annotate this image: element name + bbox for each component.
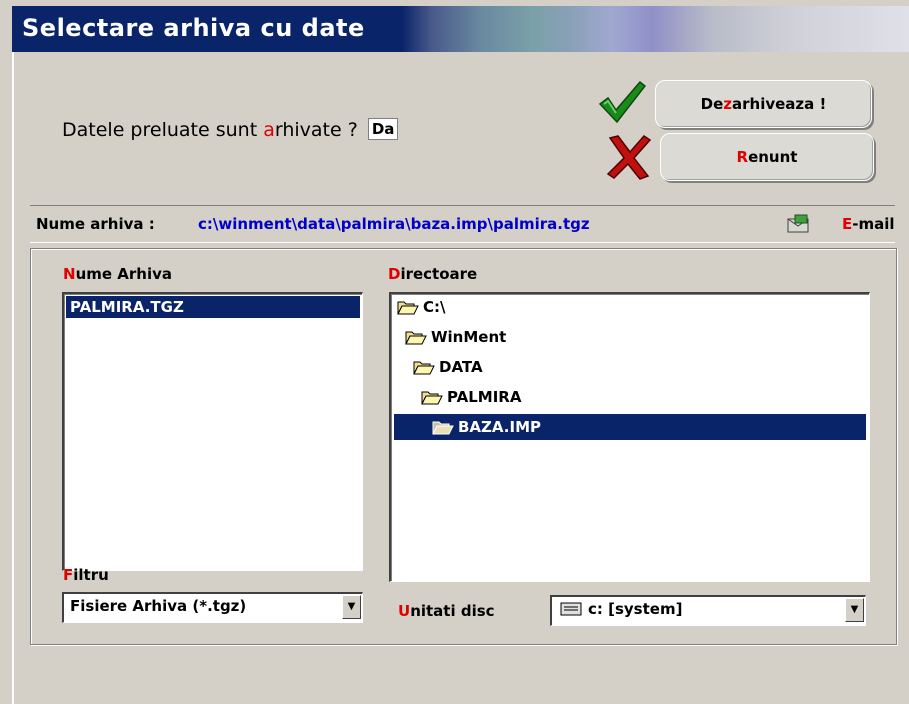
archive-list-hotkey: N (63, 265, 76, 283)
question-text-before: Datele preluate sunt (62, 119, 264, 141)
directory-label: WinMent (431, 328, 507, 346)
email-label-rest: -mail (852, 215, 895, 233)
directory-tree[interactable]: C:\ WinMent DATA PALMIRA BAZA.IMP (389, 292, 870, 582)
filter-label: Filtru (63, 566, 109, 584)
directory-label: PALMIRA (447, 388, 522, 406)
drive-dropdown[interactable]: c: [system] ▼ (550, 595, 866, 626)
open-folder-icon (397, 301, 419, 315)
title-bar[interactable]: Selectare arhiva cu date (12, 6, 909, 52)
open-folder-icon (405, 331, 427, 345)
archived-question: Datele preluate sunt arhivate ? Da (62, 118, 399, 141)
archive-path-value: c:\winment\data\palmira\baza.imp\palmira… (198, 215, 590, 233)
chevron-down-icon[interactable]: ▼ (845, 598, 864, 622)
archive-list-label-rest: ume Arhiva (75, 265, 172, 283)
cross-icon (606, 135, 652, 180)
drive-selection: c: [system] (560, 600, 682, 618)
directory-label: DATA (439, 358, 483, 376)
email-link[interactable]: E-mail (842, 215, 895, 233)
open-folder-icon (413, 361, 435, 375)
directory-label: C:\ (423, 298, 446, 316)
question-text-after: rhivate ? (274, 119, 358, 141)
drives-hotkey: U (398, 602, 411, 620)
chevron-down-icon[interactable]: ▼ (342, 595, 361, 619)
archived-answer-field[interactable]: Da (367, 118, 399, 140)
extract-button[interactable]: Dezarhiveaza ! (655, 80, 872, 128)
hard-drive-icon (560, 602, 582, 616)
directories-hotkey: D (388, 265, 401, 283)
email-hotkey: E (842, 215, 853, 233)
cancel-label-post: enunt (748, 148, 798, 166)
filter-dropdown[interactable]: Fisiere Arhiva (*.tgz) ▼ (62, 592, 363, 623)
checkmark-icon (598, 80, 646, 124)
archive-listbox[interactable]: PALMIRA.TGZ (62, 292, 363, 571)
window-title: Selectare arhiva cu date (22, 14, 365, 42)
cancel-label-hotkey: R (736, 148, 749, 166)
directory-label: BAZA.IMP (458, 418, 542, 436)
directory-item-winment[interactable]: WinMent (405, 324, 506, 350)
directories-label-rest: irectoare (400, 265, 478, 283)
drives-label: Unitati disc (398, 602, 495, 620)
archive-name-label: Nume arhiva : (36, 215, 155, 233)
directory-item-data[interactable]: DATA (413, 354, 483, 380)
drive-value: c: [system] (588, 600, 683, 618)
archive-path-bar: Nume arhiva : c:\winment\data\palmira\ba… (30, 205, 895, 243)
window-left-edge (12, 52, 14, 704)
extract-label-hotkey: z (723, 95, 732, 113)
extract-label-post: arhiveaza ! (732, 95, 827, 113)
cancel-button[interactable]: Renunt (660, 133, 874, 181)
directory-item-baza-imp[interactable]: BAZA.IMP (394, 414, 866, 440)
filter-label-rest: iltru (73, 566, 109, 584)
directory-item-root[interactable]: C:\ (397, 294, 446, 320)
archive-list-label: Nume Arhiva (63, 265, 172, 283)
open-folder-icon (432, 421, 454, 435)
filter-value: Fisiere Arhiva (*.tgz) (70, 597, 247, 615)
drives-label-rest: nitati disc (410, 602, 495, 620)
email-icon[interactable] (787, 214, 811, 234)
open-folder-icon (421, 391, 443, 405)
directories-label: Directoare (388, 265, 477, 283)
directory-item-palmira[interactable]: PALMIRA (421, 384, 521, 410)
extract-label-pre: De (700, 95, 724, 113)
filter-hotkey: F (63, 566, 74, 584)
question-hotkey: a (263, 119, 275, 141)
list-item[interactable]: PALMIRA.TGZ (66, 296, 360, 318)
